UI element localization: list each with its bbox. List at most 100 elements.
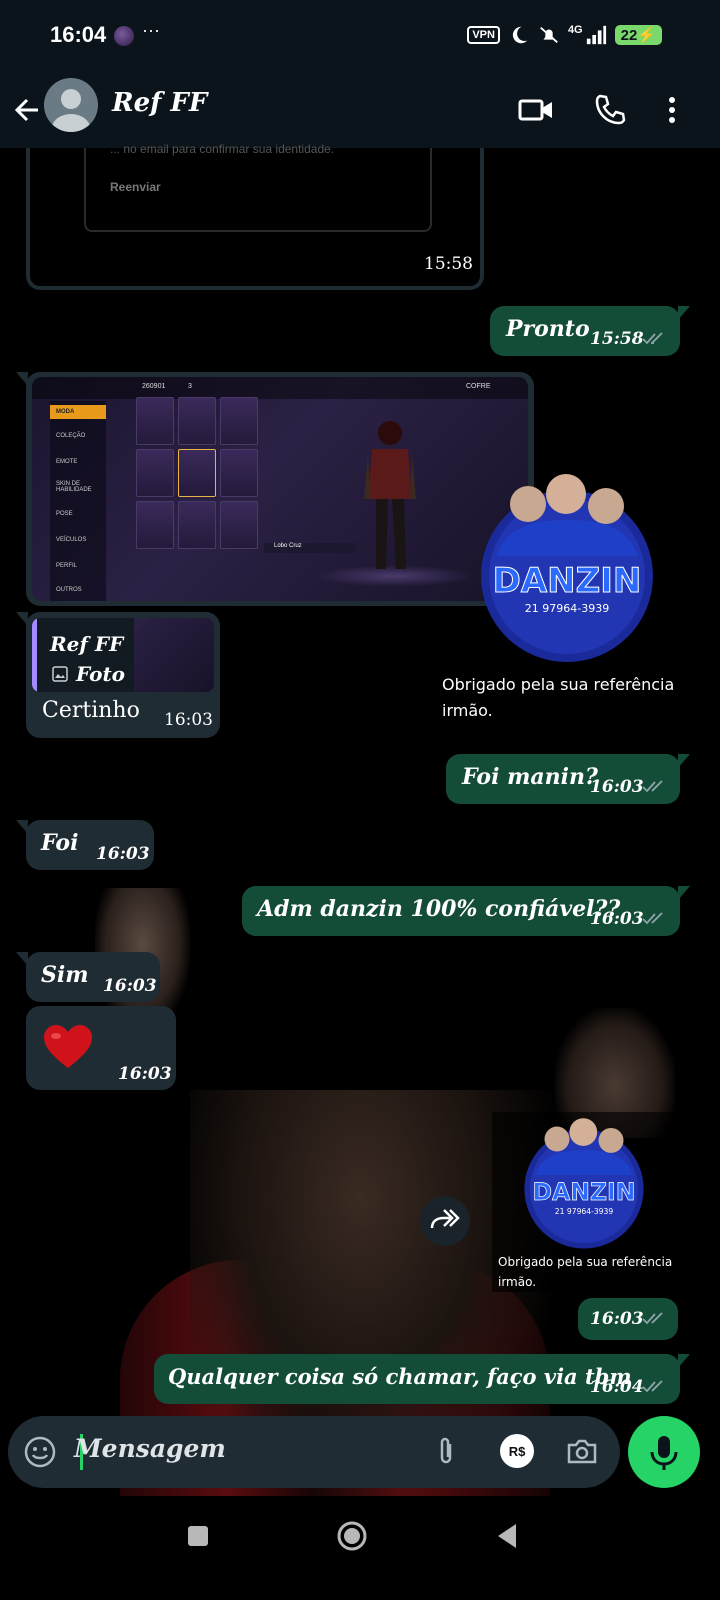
message-time: 16:03 [96, 844, 150, 864]
signal-icon [586, 25, 606, 45]
forward-button[interactable] [420, 1196, 470, 1246]
sticker-brand: DANZIN [493, 561, 642, 601]
mic-button[interactable] [628, 1416, 700, 1488]
danzin-sticker: DANZIN 21 97964-3939 [524, 1118, 644, 1249]
vpn-icon: VPN [467, 26, 500, 44]
quote-thumbnail [134, 618, 214, 692]
read-ticks-icon [642, 912, 663, 925]
message-input-bar: Mensagem R$ [8, 1416, 620, 1488]
game-menu-item: PERFIL [56, 563, 78, 569]
message-time: 16:03 [590, 909, 644, 929]
game-item-label: Lobo Cruz [264, 543, 356, 553]
outgoing-message[interactable]: Pronto 15:58 [490, 306, 690, 356]
game-item-slot [220, 397, 258, 445]
game-item-slot [136, 501, 174, 549]
screenshot-resend-text: Reenviar [110, 180, 161, 194]
status-time: 16:04 [50, 22, 107, 47]
network-type: 4G [567, 24, 583, 36]
game-item-slot [220, 501, 258, 549]
sticker-message[interactable]: DANZIN 21 97964-3939 Obrigado pela sua r… [492, 1112, 674, 1292]
message-text: Certinho [42, 698, 140, 723]
game-menu-item: VEÍCULOS [56, 537, 87, 543]
home-icon[interactable] [332, 1516, 372, 1556]
game-item-slot [136, 397, 174, 445]
incoming-image-message[interactable]: 260901 3 COFRE MODA COLEÇÃO EMOTE SKIN D… [16, 372, 534, 606]
quoted-message[interactable]: Ref FF Foto [32, 618, 214, 692]
game-screenshot[interactable]: 260901 3 COFRE MODA COLEÇÃO EMOTE SKIN D… [32, 377, 528, 601]
back-nav-icon[interactable] [488, 1516, 528, 1556]
voice-call-icon[interactable] [588, 88, 632, 132]
sticker-caption: Obrigado pela sua referência irmão. [442, 675, 675, 720]
message-time: 16:03 [118, 1064, 172, 1084]
svg-text:21 97964-3939: 21 97964-3939 [555, 1207, 614, 1216]
message-time: 16:03 [103, 976, 157, 996]
contact-name[interactable]: Ref FF [112, 88, 207, 118]
incoming-emoji-message[interactable]: 16:03 [26, 1006, 176, 1090]
game-top-bar: 260901 3 COFRE [32, 377, 528, 399]
game-side-menu: MODA COLEÇÃO EMOTE SKIN DE HABILIDADE PO… [50, 401, 106, 601]
screenshot-text: ... no email para confirmar sua identida… [110, 142, 335, 156]
message-text: Foi manin? [462, 764, 598, 790]
more-notifications-icon: ··· [142, 20, 160, 40]
game-menu-item: OUTROS [56, 587, 82, 593]
game-menu-item: MODA [50, 405, 106, 419]
read-ticks-icon [642, 332, 663, 345]
microphone-icon [650, 1436, 678, 1470]
outgoing-message[interactable]: Qualquer coisa só chamar, faço via tbm 1… [154, 1354, 690, 1404]
notification-app-icon [114, 26, 134, 46]
status-bar: 16:04 ··· VPN 4G 22⚡ [0, 0, 720, 72]
message-time: 16:03 [164, 710, 213, 730]
battery-level: 22 [620, 27, 638, 44]
quote-author: Ref FF [50, 632, 124, 656]
system-nav-bar [0, 1496, 720, 1600]
game-item-slot [178, 501, 216, 549]
quote-accent-bar [32, 618, 37, 692]
read-ticks-icon [642, 780, 663, 793]
incoming-message[interactable]: Sim 16:03 [16, 952, 160, 1002]
more-options-icon[interactable] [650, 88, 694, 132]
default-avatar-icon [52, 89, 90, 132]
game-menu-item: SKIN DE HABILIDADE [56, 481, 92, 493]
message-time: 16:04 [590, 1377, 644, 1397]
incoming-reply-message[interactable]: Ref FF Foto Certinho 16:03 [16, 612, 220, 738]
game-item-slot [136, 449, 174, 497]
sticker-caption: Obrigado pela sua referência irmão. [498, 1255, 673, 1289]
game-item-slot [178, 449, 216, 497]
message-input[interactable]: Mensagem [74, 1434, 226, 1463]
recent-apps-icon[interactable] [178, 1516, 218, 1556]
game-vault: COFRE [466, 383, 491, 390]
muted-bell-icon [540, 26, 558, 44]
message-text: Pronto [506, 316, 590, 342]
read-ticks-icon [642, 1312, 663, 1325]
message-time: 16:03 [590, 1309, 644, 1329]
message-time: 15:58 [424, 254, 473, 274]
image-message-partial[interactable]: ... no email para confirmar sua identida… [26, 142, 484, 290]
screenshot-frame: ... no email para confirmar sua identida… [84, 142, 432, 232]
avatar[interactable] [44, 78, 98, 132]
status-icons: VPN 4G 22⚡ [467, 24, 662, 46]
back-arrow-icon[interactable] [8, 90, 48, 130]
battery-icon: 22⚡ [614, 25, 662, 45]
payment-button[interactable]: R$ [500, 1434, 534, 1468]
game-menu-item: EMOTE [56, 459, 78, 465]
chat-header: Ref FF [0, 72, 720, 148]
svg-text:DANZIN: DANZIN [532, 1178, 635, 1206]
heart-icon [44, 1025, 92, 1068]
emoji-icon[interactable] [22, 1434, 58, 1470]
video-call-icon[interactable] [514, 88, 558, 132]
sticker-time-bubble: 16:03 [578, 1298, 678, 1340]
danzin-sticker[interactable]: DANZIN 21 97964-3939 [466, 466, 668, 666]
message-text: Foi [41, 830, 79, 856]
attach-icon[interactable] [428, 1434, 464, 1470]
message-time: 16:03 [590, 777, 644, 797]
incoming-message[interactable]: Foi 16:03 [16, 820, 154, 870]
camera-icon[interactable] [564, 1434, 600, 1470]
message-text: Sim [41, 962, 89, 988]
sticker-phone: 21 97964-3939 [525, 602, 609, 615]
outgoing-message[interactable]: Foi manin? 16:03 [446, 754, 690, 804]
game-item-slot [220, 449, 258, 497]
outgoing-message[interactable]: Adm danzin 100% confiável?? 16:03 [242, 886, 690, 936]
game-menu-item: COLEÇÃO [56, 433, 86, 439]
game-menu-item: POSE [56, 511, 73, 517]
quote-type: Foto [76, 662, 126, 686]
